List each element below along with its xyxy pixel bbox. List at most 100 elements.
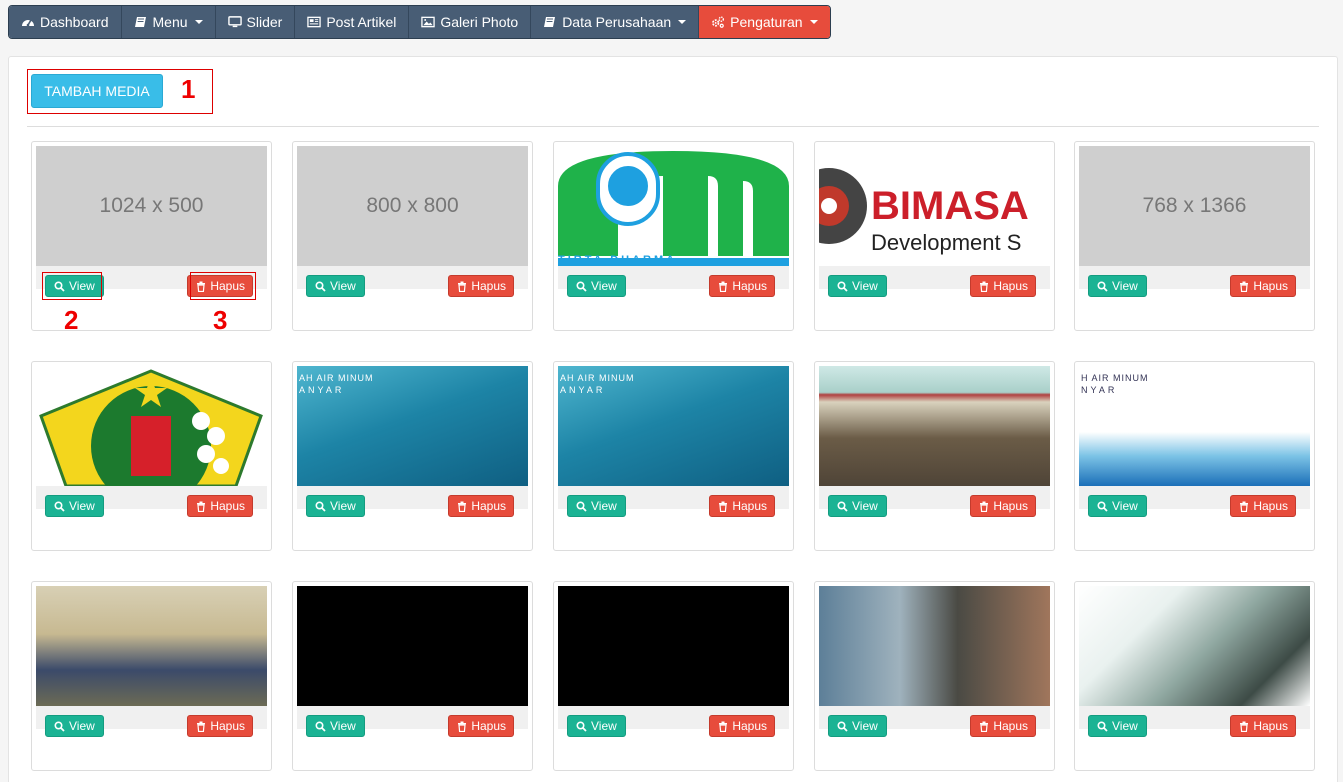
delete-button[interactable]: Hapus [709, 715, 775, 737]
nav-galeri-photo[interactable]: Galeri Photo [409, 6, 532, 38]
view-button-label: View [852, 719, 878, 733]
view-button-label: View [69, 499, 95, 513]
delete-button-label: Hapus [1253, 279, 1288, 293]
media-card: 768 x 1366 View Hapus [1074, 141, 1315, 331]
view-button[interactable]: View [567, 275, 626, 297]
nav-menu[interactable]: Menu [121, 6, 216, 38]
search-icon [576, 720, 587, 732]
nav-slider-label: Slider [246, 14, 283, 30]
view-button[interactable]: View [567, 715, 626, 737]
view-button-label: View [69, 719, 95, 733]
delete-button[interactable]: Hapus [1230, 495, 1296, 517]
media-card: H AIR MINUM NYAR View Hapus [1074, 361, 1315, 551]
media-thumbnail: BIMASA Development S [819, 146, 1050, 266]
media-thumbnail [36, 366, 267, 486]
search-icon [576, 280, 587, 292]
overlay-line-2: NYAR [1081, 385, 1118, 395]
nav-pengaturan[interactable]: Pengaturan [699, 6, 830, 38]
logo-subcaption: Development S [871, 230, 1022, 255]
view-button-label: View [591, 499, 617, 513]
delete-button[interactable]: Hapus [970, 275, 1036, 297]
media-thumbnail [819, 366, 1050, 486]
media-thumbnail: 1024 x 500 [36, 146, 267, 266]
delete-button-label: Hapus [1253, 499, 1288, 513]
image-overlay-text: H AIR MINUM NYAR [1081, 372, 1149, 396]
nav-data-perusahaan[interactable]: Data Perusahaan [531, 6, 700, 38]
view-button[interactable]: View [1088, 275, 1147, 297]
dashboard-icon [21, 15, 35, 29]
search-icon [1097, 500, 1108, 512]
caret-down-icon [194, 20, 203, 24]
view-button-label: View [1112, 719, 1138, 733]
delete-button[interactable]: Hapus [1230, 715, 1296, 737]
trash-icon [978, 501, 989, 512]
view-button[interactable]: View [306, 275, 365, 297]
media-thumbnail: 768 x 1366 [1079, 146, 1310, 266]
media-card: 800 x 800 View Hapus [292, 141, 533, 331]
nav-post-artikel[interactable]: Post Artikel [295, 6, 410, 38]
delete-button-label: Hapus [1253, 719, 1288, 733]
nav-dashboard[interactable]: Dashboard [9, 6, 122, 38]
book-icon [134, 15, 148, 29]
view-button[interactable]: View [828, 275, 887, 297]
delete-button[interactable]: Hapus [1230, 275, 1296, 297]
caret-down-icon [809, 20, 818, 24]
delete-button-label: Hapus [732, 719, 767, 733]
trash-icon [456, 501, 467, 512]
newspaper-icon [307, 15, 322, 29]
search-icon [837, 500, 848, 512]
overlay-line-1: H AIR MINUM [1081, 373, 1149, 383]
trash-icon [717, 721, 728, 732]
view-button[interactable]: View [828, 715, 887, 737]
view-button-label: View [330, 499, 356, 513]
view-button[interactable]: View [45, 495, 104, 517]
tirta-dharma-logo [558, 151, 789, 266]
delete-button[interactable]: Hapus [970, 715, 1036, 737]
delete-button[interactable]: Hapus [709, 275, 775, 297]
delete-button[interactable]: Hapus [709, 495, 775, 517]
view-button-label: View [1112, 499, 1138, 513]
delete-button[interactable]: Hapus [448, 275, 514, 297]
nav-slider[interactable]: Slider [215, 6, 296, 38]
media-card: TIRTA DHARMA View Hapus [553, 141, 794, 331]
view-button[interactable]: View [306, 495, 365, 517]
media-thumbnail: TIRTA DHARMA [558, 146, 789, 266]
view-button[interactable]: View [1088, 495, 1147, 517]
annotation-box-2 [42, 272, 102, 300]
search-icon [837, 280, 848, 292]
trash-icon [978, 281, 989, 292]
search-icon [315, 720, 326, 732]
delete-button[interactable]: Hapus [187, 715, 253, 737]
media-thumbnail [819, 586, 1050, 706]
delete-button-label: Hapus [732, 279, 767, 293]
view-button[interactable]: View [306, 715, 365, 737]
view-button[interactable]: View [1088, 715, 1147, 737]
trash-icon [1238, 721, 1249, 732]
overlay-line-2: ANYAR [560, 385, 606, 395]
delete-button[interactable]: Hapus [448, 715, 514, 737]
delete-button[interactable]: Hapus [187, 495, 253, 517]
thumbnail-size-label: 768 x 1366 [1142, 194, 1247, 217]
book-icon [543, 15, 557, 29]
nav-post-artikel-label: Post Artikel [326, 14, 397, 30]
media-thumbnail: AH AIR MINUM ANYAR [297, 366, 528, 486]
media-card: View Hapus [1074, 581, 1315, 771]
image-icon [421, 15, 436, 29]
view-button[interactable]: View [567, 495, 626, 517]
delete-button-label: Hapus [993, 499, 1028, 513]
cogs-icon [711, 15, 725, 29]
search-icon [1097, 280, 1108, 292]
trash-icon [195, 721, 206, 732]
delete-button[interactable]: Hapus [970, 495, 1036, 517]
annotation-number-3: 3 [213, 305, 228, 335]
view-button[interactable]: View [45, 715, 104, 737]
media-card: View Hapus [292, 581, 533, 771]
delete-button-label: Hapus [471, 719, 506, 733]
media-thumbnail: H AIR MINUM NYAR [1079, 366, 1310, 486]
view-button[interactable]: View [828, 495, 887, 517]
search-icon [315, 500, 326, 512]
trash-icon [195, 501, 206, 512]
delete-button[interactable]: Hapus [448, 495, 514, 517]
overlay-line-1: AH AIR MINUM [560, 373, 635, 383]
delete-button-label: Hapus [471, 279, 506, 293]
